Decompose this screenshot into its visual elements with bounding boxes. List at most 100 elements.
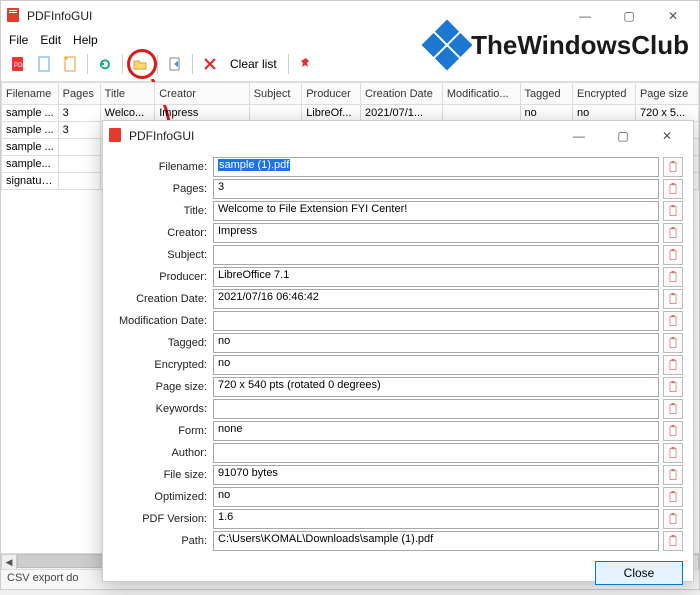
field-input[interactable]: [213, 245, 659, 265]
field-input[interactable]: none: [213, 421, 659, 441]
field-input[interactable]: [213, 399, 659, 419]
field-input[interactable]: 3: [213, 179, 659, 199]
cell-pages: [58, 173, 100, 190]
field-input[interactable]: no: [213, 355, 659, 375]
field-row: Filename:sample (1).pdf: [113, 157, 683, 177]
field-input[interactable]: [213, 311, 659, 331]
toolbar-delete-icon[interactable]: [199, 53, 221, 75]
cell-subject: [249, 105, 301, 122]
field-input[interactable]: no: [213, 487, 659, 507]
menu-edit[interactable]: Edit: [40, 33, 61, 47]
field-label: PDF Version:: [113, 513, 213, 525]
col-filename[interactable]: Filename: [2, 83, 59, 105]
col-cdate[interactable]: Creation Date: [360, 83, 442, 105]
clipboard-icon[interactable]: [663, 355, 683, 375]
field-input[interactable]: LibreOffice 7.1: [213, 267, 659, 287]
status-text: CSV export do: [7, 572, 79, 584]
field-input[interactable]: [213, 443, 659, 463]
brand-logo-icon: [422, 20, 473, 71]
toolbar-sep-2: [122, 54, 123, 74]
toolbar-pin-icon[interactable]: [295, 53, 317, 75]
field-label: Page size:: [113, 381, 213, 393]
clipboard-icon[interactable]: [663, 311, 683, 331]
field-input[interactable]: C:\Users\KOMAL\Downloads\sample (1).pdf: [213, 531, 659, 551]
clipboard-icon[interactable]: [663, 333, 683, 353]
cell-producer: LibreOf...: [302, 105, 361, 122]
col-tagged[interactable]: Tagged: [520, 83, 572, 105]
field-row: Modification Date:: [113, 311, 683, 331]
col-title[interactable]: Title: [100, 83, 155, 105]
toolbar-newdoc-icon[interactable]: [59, 53, 81, 75]
toolbar-export-icon[interactable]: [164, 53, 186, 75]
close-button[interactable]: ✕: [651, 2, 695, 30]
col-enc[interactable]: Encrypted: [573, 83, 636, 105]
detail-titlebar: PDFInfoGUI — ▢ ✕: [103, 121, 693, 151]
toolbar-open-folder-icon[interactable]: [129, 53, 151, 75]
clipboard-icon[interactable]: [663, 509, 683, 529]
table-row[interactable]: sample ...3Welco...ImpressLibreOf...2021…: [2, 105, 699, 122]
cell-cdate: 2021/07/1...: [360, 105, 442, 122]
detail-minimize-button[interactable]: —: [557, 122, 601, 150]
clipboard-icon[interactable]: [663, 465, 683, 485]
field-label: Tagged:: [113, 337, 213, 349]
col-creator[interactable]: Creator: [155, 83, 249, 105]
detail-maximize-button[interactable]: ▢: [601, 122, 645, 150]
detail-close-button[interactable]: ✕: [645, 122, 689, 150]
field-label: Pages:: [113, 183, 213, 195]
minimize-button[interactable]: —: [563, 2, 607, 30]
clipboard-icon[interactable]: [663, 289, 683, 309]
field-input[interactable]: no: [213, 333, 659, 353]
col-mdate[interactable]: Modificatio...: [442, 83, 520, 105]
field-label: Encrypted:: [113, 359, 213, 371]
field-row: Title:Welcome to File Extension FYI Cent…: [113, 201, 683, 221]
clipboard-icon[interactable]: [663, 223, 683, 243]
table-header: Filename Pages Title Creator Subject Pro…: [2, 83, 699, 105]
field-input[interactable]: sample (1).pdf: [213, 157, 659, 177]
field-row: Form:none: [113, 421, 683, 441]
menu-file[interactable]: File: [9, 33, 28, 47]
toolbar-blank-icon[interactable]: [33, 53, 55, 75]
clipboard-icon[interactable]: [663, 157, 683, 177]
field-input[interactable]: 91070 bytes: [213, 465, 659, 485]
col-psize[interactable]: Page size: [635, 83, 698, 105]
scroll-left-icon[interactable]: ◀: [1, 554, 17, 570]
clipboard-icon[interactable]: [663, 267, 683, 287]
menu-help[interactable]: Help: [73, 33, 98, 47]
field-row: Keywords:: [113, 399, 683, 419]
clipboard-icon[interactable]: [663, 201, 683, 221]
brand: TheWindowsClub: [429, 27, 689, 63]
clipboard-icon[interactable]: [663, 487, 683, 507]
field-input[interactable]: Welcome to File Extension FYI Center!: [213, 201, 659, 221]
detail-window: PDFInfoGUI — ▢ ✕ Filename:sample (1).pdf…: [102, 120, 694, 582]
field-input[interactable]: 720 x 540 pts (rotated 0 degrees): [213, 377, 659, 397]
field-input[interactable]: Impress: [213, 223, 659, 243]
field-input[interactable]: 1.6: [213, 509, 659, 529]
clear-list-button[interactable]: Clear list: [225, 53, 282, 75]
cell-pages: [58, 156, 100, 173]
clipboard-icon[interactable]: [663, 245, 683, 265]
clipboard-icon[interactable]: [663, 179, 683, 199]
clipboard-icon[interactable]: [663, 421, 683, 441]
col-pages[interactable]: Pages: [58, 83, 100, 105]
close-dialog-button[interactable]: Close: [595, 561, 683, 585]
field-label: Creator:: [113, 227, 213, 239]
cell-mdate: [442, 105, 520, 122]
button-row: Close: [113, 561, 683, 585]
maximize-button[interactable]: ▢: [607, 2, 651, 30]
clipboard-icon[interactable]: [663, 377, 683, 397]
field-label: Optimized:: [113, 491, 213, 503]
field-label: Author:: [113, 447, 213, 459]
detail-app-icon: [107, 127, 123, 146]
toolbar-pdf-icon[interactable]: PDF: [7, 53, 29, 75]
clipboard-icon[interactable]: [663, 399, 683, 419]
col-subject[interactable]: Subject: [249, 83, 301, 105]
field-row: Producer:LibreOffice 7.1: [113, 267, 683, 287]
toolbar-refresh-icon[interactable]: [94, 53, 116, 75]
detail-body: Filename:sample (1).pdfPages:3Title:Welc…: [103, 151, 693, 595]
field-label: Filename:: [113, 161, 213, 173]
field-input[interactable]: 2021/07/16 06:46:42: [213, 289, 659, 309]
col-producer[interactable]: Producer: [302, 83, 361, 105]
clipboard-icon[interactable]: [663, 443, 683, 463]
clipboard-icon[interactable]: [663, 531, 683, 551]
field-label: Creation Date:: [113, 293, 213, 305]
